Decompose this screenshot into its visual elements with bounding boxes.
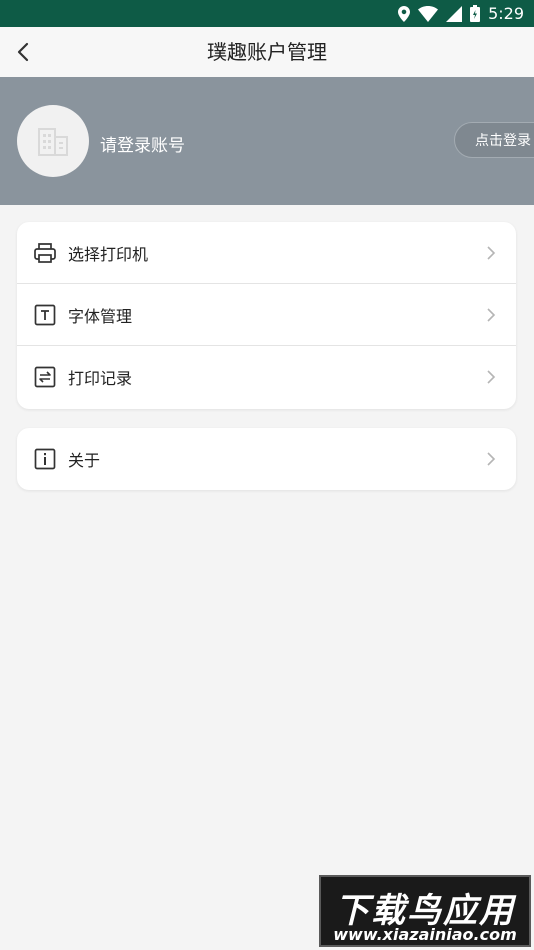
menu-item-label: 关于 — [68, 451, 101, 470]
avatar[interactable] — [17, 105, 89, 177]
app-bar: 璞趣账户管理 — [0, 27, 534, 77]
building-icon — [38, 128, 68, 156]
font-icon — [33, 303, 57, 327]
chevron-right-icon — [487, 307, 496, 322]
signal-icon — [446, 5, 463, 22]
chevron-right-icon — [487, 452, 496, 466]
printer-icon — [33, 241, 57, 265]
chevron-right-icon — [487, 245, 496, 260]
print-history-icon — [33, 365, 57, 389]
menu-item-print-history[interactable]: 打印记录 — [17, 346, 516, 408]
location-icon — [398, 5, 411, 22]
wifi-icon — [418, 5, 439, 22]
menu-card-main: 选择打印机 字体管理 打印记录 — [17, 222, 516, 409]
status-time: 5:29 — [488, 4, 524, 23]
login-prompt[interactable]: 请登录账号 — [100, 131, 185, 156]
battery-icon — [470, 5, 481, 22]
menu-item-select-printer[interactable]: 选择打印机 — [17, 222, 516, 284]
menu-item-about[interactable]: 关于 — [17, 428, 516, 490]
login-button[interactable]: 点击登录 — [454, 122, 534, 158]
menu-item-label: 打印记录 — [68, 369, 133, 388]
page-title: 璞趣账户管理 — [207, 40, 327, 64]
watermark-url: www.xiazainiao.com — [333, 925, 517, 944]
back-arrow-icon[interactable] — [12, 40, 36, 64]
profile-header: 请登录账号 点击登录 — [0, 77, 534, 205]
menu-card-secondary: 关于 — [17, 428, 516, 490]
status-bar: 5:29 — [0, 0, 534, 27]
menu-item-label: 字体管理 — [68, 306, 133, 326]
watermark-logo: 下载鸟应用 www.xiazainiao.com — [319, 875, 531, 947]
menu-item-label: 选择打印机 — [68, 244, 149, 264]
chevron-right-icon — [487, 370, 496, 384]
info-icon — [33, 447, 57, 471]
menu-item-font-management[interactable]: 字体管理 — [17, 284, 516, 346]
